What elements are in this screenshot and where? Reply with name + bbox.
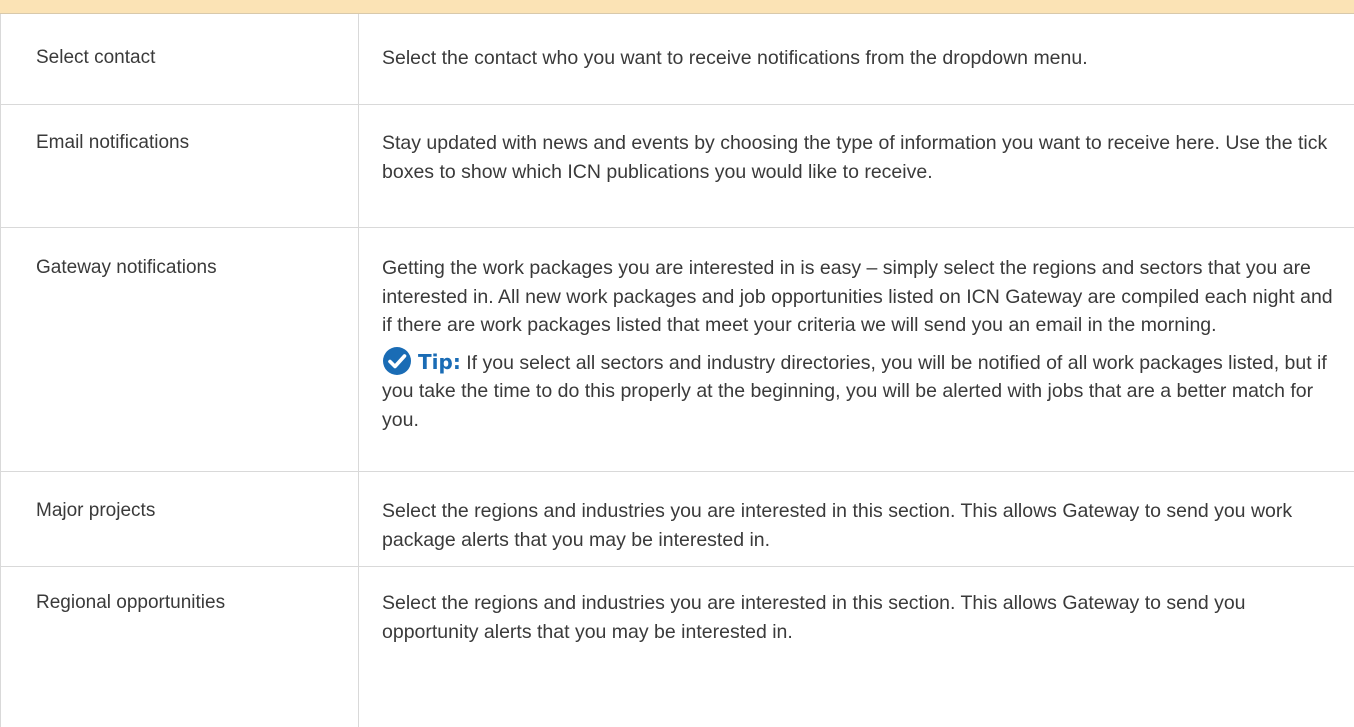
- table-row: Regional opportunities Select the region…: [0, 567, 1354, 727]
- tip-label: Tip:: [418, 349, 461, 374]
- row-label: Regional opportunities: [0, 567, 359, 727]
- row-description: Getting the work packages you are intere…: [382, 257, 1333, 336]
- table-row: Gateway notifications Getting the work p…: [0, 228, 1354, 472]
- row-label: Major projects: [0, 472, 359, 566]
- tip-note: Tip: If you select all sectors and indus…: [382, 346, 1340, 435]
- row-label: Select contact: [0, 14, 359, 104]
- row-description: Stay updated with news and events by cho…: [382, 132, 1328, 183]
- notification-settings-table: Select contact Select the contact who yo…: [0, 14, 1354, 727]
- table-header-band: [0, 0, 1354, 14]
- checkmark-circle-icon: [383, 346, 411, 375]
- row-label: Email notifications: [0, 105, 359, 227]
- table-row: Select contact Select the contact who yo…: [0, 14, 1354, 105]
- table-row: Email notifications Stay updated with ne…: [0, 105, 1354, 228]
- row-description: Select the regions and industries you ar…: [382, 592, 1246, 643]
- row-description-cell: Getting the work packages you are intere…: [359, 228, 1354, 471]
- table-row: Major projects Select the regions and in…: [0, 472, 1354, 567]
- tip-text: If you select all sectors and industry d…: [382, 351, 1327, 431]
- row-description: Select the contact who you want to recei…: [382, 47, 1088, 69]
- row-description: Select the regions and industries you ar…: [382, 500, 1293, 551]
- row-label: Gateway notifications: [0, 228, 359, 471]
